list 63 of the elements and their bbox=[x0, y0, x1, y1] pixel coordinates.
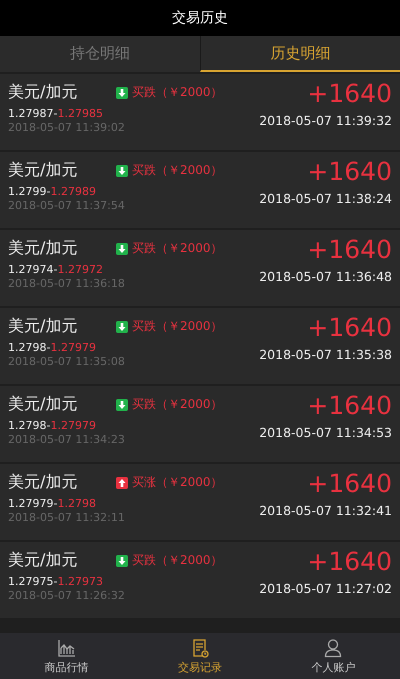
close-time: 2018-05-07 11:35:38 bbox=[259, 347, 392, 362]
profit: +1640 bbox=[307, 547, 392, 577]
trade-side: 买跌（￥2000） bbox=[132, 240, 223, 257]
open-time: 2018-05-07 11:32:11 bbox=[8, 511, 126, 524]
currency-pair: 美元/加元 bbox=[8, 394, 78, 415]
chart-icon bbox=[56, 638, 77, 658]
close-time: 2018-05-07 11:38:24 bbox=[259, 191, 392, 206]
currency-pair: 美元/加元 bbox=[8, 316, 78, 337]
trade-row[interactable]: 美元/加元 买跌（￥2000） 1.27987-1.27985 2018-05-07 11:39:02 +1640 2018-05-07 11:39:32 bbox=[0, 74, 400, 150]
nav-item[interactable]: 交易记录 bbox=[133, 633, 267, 679]
trade-row[interactable]: 美元/加元 买跌（￥2000） 1.27974-1.27972 2018-05-07 11:36:18 +1640 2018-05-07 11:36:48 bbox=[0, 230, 400, 306]
open-price: 1.27979- bbox=[8, 497, 58, 510]
open-time: 2018-05-07 11:34:23 bbox=[8, 433, 126, 446]
close-price: 1.27979 bbox=[50, 341, 96, 354]
profit: +1640 bbox=[307, 469, 392, 499]
page-title: 交易历史 bbox=[172, 9, 228, 27]
trade-row[interactable]: 美元/加元 买跌（￥2000） 1.2799-1.27989 2018-05-07 11:37:54 +1640 2018-05-07 11:38:24 bbox=[0, 152, 400, 228]
profit: +1640 bbox=[307, 157, 392, 187]
open-time: 2018-05-07 11:36:18 bbox=[8, 277, 126, 290]
open-time: 2018-05-07 11:35:08 bbox=[8, 355, 126, 368]
trade-side: 买跌（￥2000） bbox=[132, 552, 223, 569]
nav-item[interactable]: 商品行情 bbox=[0, 633, 134, 679]
open-time: 2018-05-07 11:26:32 bbox=[8, 589, 126, 602]
trade-side: 买跌（￥2000） bbox=[132, 318, 223, 335]
profit: +1640 bbox=[307, 235, 392, 265]
close-price: 1.27973 bbox=[57, 575, 103, 588]
currency-pair: 美元/加元 bbox=[8, 550, 78, 571]
close-time: 2018-05-07 11:39:32 bbox=[259, 113, 392, 128]
trade-row[interactable]: 美元/加元 买跌（￥2000） 1.2798-1.27979 2018-05-07 11:34:23 +1640 2018-05-07 11:34:53 bbox=[0, 386, 400, 462]
nav-item[interactable]: 个人账户 bbox=[266, 633, 400, 679]
close-price: 1.27979 bbox=[50, 419, 96, 432]
currency-pair: 美元/加元 bbox=[8, 238, 78, 259]
currency-pair: 美元/加元 bbox=[8, 82, 78, 103]
trade-row[interactable]: 美元/加元 买跌（￥2000） 1.2798-1.27979 2018-05-07 11:35:08 +1640 2018-05-07 11:35:38 bbox=[0, 308, 400, 384]
open-price: 1.27974- bbox=[8, 263, 58, 276]
close-time: 2018-05-07 11:36:48 bbox=[259, 269, 392, 284]
close-price: 1.27989 bbox=[50, 185, 96, 198]
profit: +1640 bbox=[307, 79, 392, 109]
trade-side: 买跌（￥2000） bbox=[132, 396, 223, 413]
close-time: 2018-05-07 11:27:02 bbox=[259, 581, 392, 596]
trade-row[interactable]: 美元/加元 买涨（￥2000） 1.27979-1.2798 2018-05-07 11:32:11 +1640 2018-05-07 11:32:41 bbox=[0, 464, 400, 540]
trade-row[interactable]: 美元/加元 买跌（￥2000） 1.27975-1.27973 2018-05-07 11:26:32 +1640 2018-05-07 11:27:02 bbox=[0, 542, 400, 618]
open-price: 1.2798- bbox=[8, 341, 50, 354]
close-price: 1.2798 bbox=[57, 497, 96, 510]
currency-pair: 美元/加元 bbox=[8, 472, 78, 493]
open-price: 1.2798- bbox=[8, 419, 50, 432]
person-icon bbox=[323, 638, 344, 658]
close-price: 1.27985 bbox=[57, 107, 103, 120]
open-time: 2018-05-07 11:37:54 bbox=[8, 199, 126, 212]
trade-side: 买跌（￥2000） bbox=[132, 162, 223, 179]
trade-side: 买涨（￥2000） bbox=[132, 474, 223, 491]
close-price: 1.27972 bbox=[57, 263, 103, 276]
open-price: 1.27975- bbox=[8, 575, 58, 588]
tab[interactable]: 历史明细 bbox=[200, 36, 400, 72]
profit: +1640 bbox=[307, 313, 392, 343]
close-time: 2018-05-07 11:32:41 bbox=[259, 503, 392, 518]
open-price: 1.27987- bbox=[8, 107, 58, 120]
profit: +1640 bbox=[307, 391, 392, 421]
close-time: 2018-05-07 11:34:53 bbox=[259, 425, 392, 440]
trade-side: 买跌（￥2000） bbox=[132, 84, 223, 101]
open-time: 2018-05-07 11:39:02 bbox=[8, 121, 126, 134]
open-price: 1.2799- bbox=[8, 185, 50, 198]
currency-pair: 美元/加元 bbox=[8, 160, 78, 181]
